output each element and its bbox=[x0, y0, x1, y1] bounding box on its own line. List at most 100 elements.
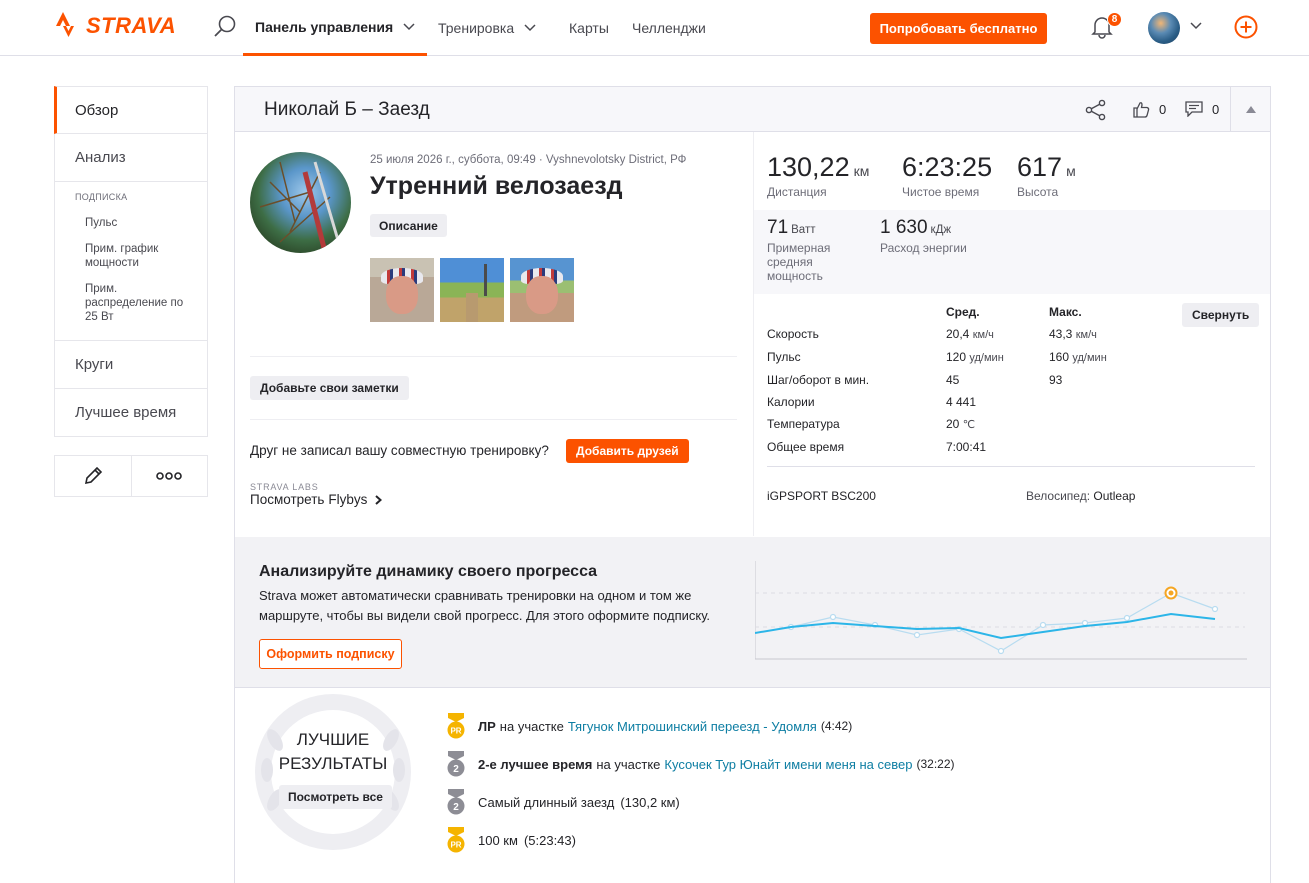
more-dots-icon bbox=[156, 472, 183, 480]
distance-unit: км bbox=[853, 163, 870, 179]
flybys-link[interactable]: Посмотреть Flybys bbox=[250, 492, 383, 507]
achievement-time: (32:22) bbox=[916, 757, 955, 771]
achievement-item: 2 2-е лучшее время на участке Кусочек Ту… bbox=[445, 750, 955, 778]
sidebar-item-heartrate[interactable]: Пульс bbox=[85, 216, 195, 230]
activity-photo-1[interactable] bbox=[370, 258, 434, 322]
sidebar-item-best-efforts[interactable]: Лучшее время bbox=[54, 389, 208, 437]
achievement-mid: 100 км bbox=[478, 832, 518, 848]
collapse-button[interactable]: Свернуть bbox=[1182, 303, 1260, 327]
view-all-button[interactable]: Посмотреть все bbox=[279, 785, 392, 809]
svg-text:2: 2 bbox=[453, 802, 459, 813]
row-label: Общее время bbox=[767, 440, 845, 454]
energy-label: Расход энергии bbox=[880, 241, 967, 255]
progress-illustration bbox=[755, 561, 1247, 660]
row-avg: 7:00:41 bbox=[946, 440, 987, 454]
sidebar-subscription-group: ПОДПИСКА Пульс Прим. график мощности При… bbox=[54, 182, 208, 341]
sidebar-item-power-distribution[interactable]: Прим. распределение по 25 Вт bbox=[85, 282, 195, 324]
svg-text:PR: PR bbox=[450, 841, 461, 850]
labs-label: STRAVA LABS bbox=[250, 482, 319, 492]
add-plus-icon[interactable] bbox=[1234, 15, 1258, 39]
row-avg: 45 bbox=[946, 373, 960, 387]
activity-photo-2[interactable] bbox=[440, 258, 504, 322]
description-tag[interactable]: Описание bbox=[370, 214, 447, 237]
row-label: Температура bbox=[767, 417, 840, 431]
sidebar-item-analysis[interactable]: Анализ bbox=[54, 134, 208, 182]
flybys-prefix: Посмотреть bbox=[250, 492, 325, 507]
face-shape bbox=[526, 276, 558, 314]
promo-text: Strava может автоматически сравнивать тр… bbox=[259, 586, 729, 626]
row-max: 43,3 bbox=[1049, 327, 1073, 341]
stat-moving-time: 6:23:25 Чистое время bbox=[902, 152, 992, 199]
add-friends-button[interactable]: Добавить друзей bbox=[566, 439, 689, 463]
sidebar-item-power-curve[interactable]: Прим. график мощности bbox=[85, 242, 195, 270]
row-avg-unit: ℃ bbox=[962, 419, 976, 431]
power-unit: Ватт bbox=[791, 224, 816, 236]
nav-maps[interactable]: Карты bbox=[569, 0, 609, 56]
chevron-down-icon bbox=[524, 24, 536, 32]
athlete-avatar[interactable] bbox=[250, 152, 351, 253]
chevron-down-icon[interactable] bbox=[1190, 22, 1202, 30]
bike-info: Велосипед: Outleap bbox=[1026, 489, 1135, 503]
device-name: iGPSPORT BSC200 bbox=[767, 489, 876, 503]
promo-body: может автоматически сравнивать тренировк… bbox=[259, 588, 711, 623]
row-max-unit: км/ч bbox=[1075, 329, 1097, 341]
achievement-mid: на участке bbox=[596, 756, 661, 772]
power-value: 71 bbox=[767, 217, 789, 238]
table-row: Температура 20 ℃ bbox=[767, 417, 1247, 435]
achievement-mid: Самый длинный заезд bbox=[478, 794, 615, 810]
nav-dashboard[interactable]: Панель управления bbox=[243, 0, 428, 56]
segment-link[interactable]: Тягунок Митрошинский переезд - Удомля bbox=[568, 719, 817, 734]
row-label: Шаг/оборот в мин. bbox=[767, 373, 870, 387]
comments-button[interactable]: 0 bbox=[1185, 101, 1219, 117]
comments-count: 0 bbox=[1212, 101, 1220, 117]
pole-shape bbox=[484, 264, 487, 296]
stat-power: 71 Ватт Примерная средняя мощность bbox=[767, 217, 857, 283]
strava-logo[interactable]: STRAVA bbox=[54, 12, 176, 40]
nav-dashboard-label: Панель управления bbox=[255, 18, 394, 35]
bike-name[interactable]: Outleap bbox=[1093, 489, 1135, 503]
search-icon[interactable] bbox=[213, 14, 237, 40]
table-row: Общее время 7:00:41 bbox=[767, 440, 1247, 458]
table-row: Скорость 20,4 км/ч 43,3 км/ч bbox=[767, 327, 1247, 345]
table-head-max: Макс. bbox=[1049, 305, 1082, 319]
notification-badge: 8 bbox=[1107, 12, 1122, 27]
pr-medal-icon: PR bbox=[447, 713, 465, 739]
segment-link[interactable]: Кусочек Тур Юнайт имени меня на север bbox=[664, 757, 912, 772]
section-separator bbox=[753, 132, 754, 536]
best-results-title: ЛУЧШИЕ РЕЗУЛЬТАТЫ bbox=[278, 730, 388, 773]
thumbs-up-icon bbox=[1133, 102, 1150, 118]
edit-button[interactable] bbox=[55, 456, 132, 496]
logo-text: STRAVA bbox=[86, 13, 177, 38]
sidebar-item-laps[interactable]: Круги bbox=[54, 341, 208, 389]
table-row: Калории 4 441 bbox=[767, 395, 1247, 413]
distance-value: 130,22 bbox=[767, 152, 850, 182]
energy-unit: кДж bbox=[930, 224, 952, 236]
sidebar-item-overview[interactable]: Обзор bbox=[54, 86, 208, 134]
flybys-name: Flybys bbox=[328, 492, 368, 507]
add-notes-button[interactable]: Добавьте свои заметки bbox=[250, 376, 409, 400]
share-icon[interactable] bbox=[1085, 99, 1107, 121]
moving-time-label: Чистое время bbox=[902, 185, 980, 199]
row-avg: 4 441 bbox=[946, 395, 977, 409]
avatar-photo bbox=[259, 161, 342, 253]
row-max: 160 bbox=[1049, 350, 1070, 364]
nav-training[interactable]: Тренировка bbox=[438, 0, 536, 56]
sidebar-actions bbox=[54, 455, 208, 497]
header-separator bbox=[1230, 87, 1231, 132]
row-avg: 20 bbox=[946, 417, 960, 431]
nav-challenges[interactable]: Челленджи bbox=[632, 0, 706, 56]
try-free-button[interactable]: Попробовать бесплатно bbox=[870, 13, 1047, 44]
collapse-triangle-icon[interactable] bbox=[1246, 106, 1256, 113]
achievement-time: (130,2 км) bbox=[620, 794, 680, 810]
user-avatar[interactable] bbox=[1148, 12, 1180, 44]
divider bbox=[250, 419, 737, 420]
activity-meta: 25 июля 2026 г., суббота, 09:49 · Vyshne… bbox=[370, 154, 687, 166]
kudos-button[interactable]: 0 bbox=[1133, 101, 1166, 118]
row-avg-unit: км/ч bbox=[972, 329, 994, 341]
divider bbox=[235, 687, 1270, 688]
row-avg-unit: уд/мин bbox=[969, 352, 1004, 364]
subscribe-button[interactable]: Оформить подписку bbox=[259, 639, 402, 669]
more-options-button[interactable] bbox=[132, 456, 208, 496]
activity-photo-3[interactable] bbox=[510, 258, 574, 322]
stat-energy: 1 630 кДж Расход энергии bbox=[880, 217, 967, 255]
